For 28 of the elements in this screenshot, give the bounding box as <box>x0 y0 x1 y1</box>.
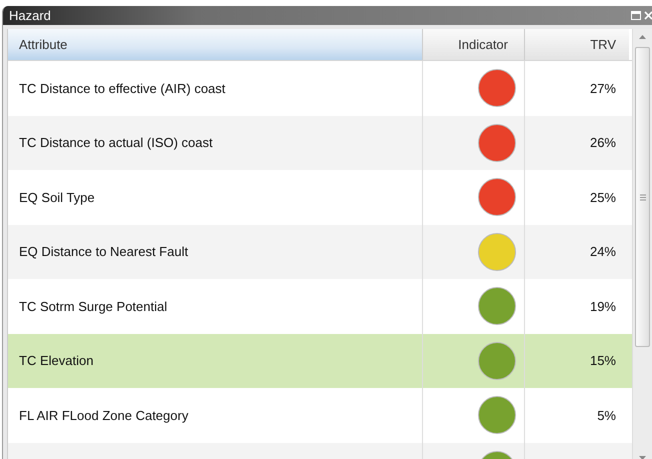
table-cell-text: EQ Soil Type <box>19 188 95 207</box>
table-cell-text: TC Distance to actual (ISO) coast <box>19 134 213 152</box>
table-cell-text: FL AIR FLood Zone Category <box>19 406 188 425</box>
table-cell-text: 25% <box>590 188 616 206</box>
scrollbar[interactable] <box>632 29 652 459</box>
table-cell-text: 27% <box>590 80 616 98</box>
column-header[interactable]: TRV <box>525 29 629 60</box>
table-cell-text: 5% <box>597 406 616 424</box>
scroll-up-icon[interactable] <box>639 35 646 39</box>
table-cell-text: 26% <box>590 134 616 152</box>
table-cell-text: 15% <box>590 352 616 370</box>
table-row[interactable]: EQ Distance to Nearest Fault 24% <box>8 224 632 279</box>
table-cell-text: 24% <box>590 243 616 261</box>
scroll-thumb[interactable] <box>635 47 650 347</box>
table-cell-text: TC Sotrm Surge Potential <box>19 298 168 316</box>
table-cell-text: TC Elevation <box>19 352 94 370</box>
table-cell-text: TC Distance to effective (AIR) coast <box>19 80 226 98</box>
maximize-icon[interactable] <box>631 11 641 20</box>
table-cell-text: 19% <box>590 298 616 316</box>
grip-icon <box>640 194 646 200</box>
scroll-down-icon[interactable] <box>639 456 646 459</box>
column-header[interactable]: Indicator <box>423 29 525 60</box>
table-cell-text: EQ Distance to Nearest Fault <box>19 243 188 261</box>
column-header[interactable]: Attribute <box>8 29 423 60</box>
window-title: Hazard <box>9 9 51 22</box>
table-row[interactable]: TC Distance to actual (ISO) coast 26% <box>8 116 632 170</box>
close-icon[interactable] <box>644 11 652 20</box>
table-row[interactable]: TC Elevation 15% <box>8 334 632 388</box>
